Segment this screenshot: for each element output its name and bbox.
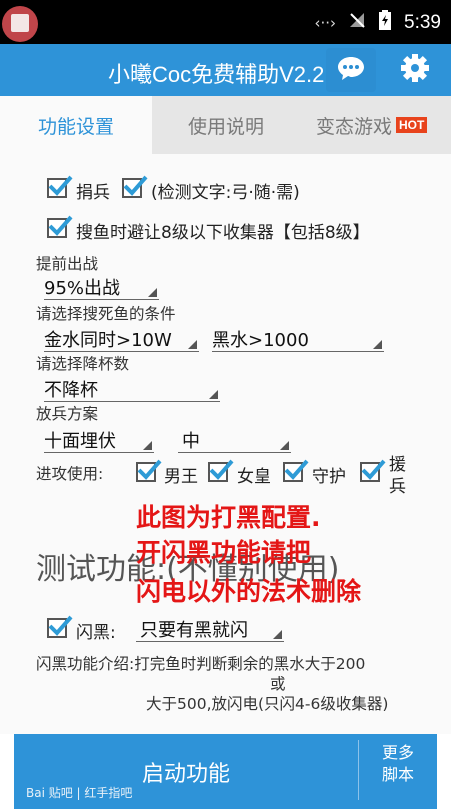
hero-aid-checkbox[interactable] [360, 459, 386, 482]
dead-fish-condition1-select[interactable]: 金水同时>10W [44, 326, 199, 352]
hot-badge: HOT [396, 117, 428, 133]
troop-plan-value: 十面埋伏 [44, 431, 116, 452]
dropdown-arrow-icon [143, 441, 152, 450]
tab-instructions[interactable]: 使用说明 [152, 96, 300, 154]
early-exit-label: 提前出战 [36, 255, 99, 273]
early-exit-value: 95%出战 [44, 278, 121, 299]
flash-intro-line1: 闪黑功能介绍:打完鱼时判断剩余的黑水大于200 [36, 655, 366, 673]
dropdown-arrow-icon [273, 630, 282, 639]
dead-fish-condition2-value: 黑水>1000 [212, 330, 309, 351]
status-bar: ‹··› 5:39 [0, 0, 451, 44]
hero-queen-checkbox[interactable] [208, 459, 234, 482]
hero-guard-checkbox[interactable] [283, 459, 309, 482]
checkmark-icon [361, 459, 386, 480]
dropdown-arrow-icon [188, 340, 197, 349]
tab-hacked-games[interactable]: 变态游戏 HOT [300, 96, 451, 154]
tab-label: 功能设置 [37, 115, 114, 138]
start-button-label: 启动功能 [141, 761, 230, 787]
troop-plan-select[interactable]: 十面埋伏 [44, 427, 154, 453]
hero-guard-label: 守护 [312, 467, 346, 487]
overlay-annotation-line1: 此图为打黑配置. [136, 503, 321, 532]
more-scripts-label-line1: 更多 [381, 743, 414, 762]
flash-black-select[interactable]: 只要有黑就闪 [136, 616, 284, 642]
dropdown-arrow-icon [373, 340, 382, 349]
app-bar: 小曦Coc免费辅助V2.2.9 [0, 44, 451, 96]
settings-button[interactable] [392, 48, 438, 92]
battery-charging-icon [378, 10, 392, 35]
hero-king-checkbox[interactable] [136, 459, 162, 482]
tab-bar: 功能设置 使用说明 变态游戏 HOT [0, 96, 451, 154]
hero-king-label: 男王 [164, 467, 198, 487]
watermark: Bai 贴吧 | 红手指吧 [26, 786, 133, 800]
clock: 5:39 [404, 11, 441, 33]
avoid-collectors-label: 搜鱼时避让8级以下收集器【包括8级】 [76, 223, 370, 243]
cup-drop-value: 不降杯 [44, 380, 98, 401]
more-scripts-button[interactable]: 更多 脚本 [366, 742, 430, 802]
checkmark-icon [48, 615, 73, 636]
checkmark-icon [284, 459, 309, 480]
flash-intro-line3: 大于500,放闪电(只闪4-6级收集器) [146, 695, 389, 713]
app-icon [2, 6, 38, 42]
attack-use-label: 进攻使用: [36, 465, 104, 483]
gear-icon [400, 53, 430, 87]
no-signal-icon [348, 11, 366, 34]
hero-aid-label: 援兵 [389, 455, 406, 497]
code-icon: ‹··› [314, 13, 337, 32]
donate-label: 捐兵 [76, 183, 110, 203]
dropdown-arrow-icon [209, 390, 218, 399]
app-title: 小曦Coc免费辅助V2.2.9 [108, 62, 343, 87]
dropdown-arrow-icon [148, 288, 157, 297]
early-exit-select[interactable]: 95%出战 [44, 274, 159, 300]
cup-drop-label: 请选择降杯数 [36, 355, 130, 373]
tab-label: 使用说明 [187, 115, 264, 138]
flash-intro-line2: 或 [270, 675, 286, 693]
dead-fish-label: 请选择搜死鱼的条件 [36, 305, 176, 323]
cup-drop-select[interactable]: 不降杯 [44, 376, 220, 402]
detect-text-checkbox[interactable] [122, 175, 148, 198]
chat-bubble-icon [336, 54, 366, 86]
troop-plan-label: 放兵方案 [36, 405, 99, 423]
checkmark-icon [48, 215, 73, 236]
checkmark-icon [123, 175, 148, 196]
detect-text-label: (检测文字:弓·随·需) [151, 183, 300, 203]
troop-plan-level-value: 中 [182, 431, 200, 452]
flash-black-label: 闪黑: [76, 623, 116, 643]
status-icons: ‹··› 5:39 [314, 10, 441, 35]
dropdown-arrow-icon [280, 441, 289, 450]
checkmark-icon [137, 459, 162, 480]
chat-button[interactable] [326, 48, 376, 92]
dead-fish-condition1-value: 金水同时>10W [44, 330, 172, 351]
settings-panel: 捐兵 (检测文字:弓·随·需) 搜鱼时避让8级以下收集器【包括8级】 提前出战 … [0, 154, 451, 734]
flash-black-value: 只要有黑就闪 [140, 620, 248, 641]
checkmark-icon [209, 459, 234, 480]
overlay-annotation-line2: 开闪黑功能请把 [136, 538, 312, 567]
tab-label: 变态游戏 [316, 115, 393, 138]
hero-queen-label: 女皇 [237, 467, 271, 487]
donate-checkbox[interactable] [47, 175, 73, 198]
more-scripts-label-line2: 脚本 [381, 765, 414, 784]
dead-fish-condition2-select[interactable]: 黑水>1000 [212, 326, 384, 352]
tab-feature-settings[interactable]: 功能设置 [0, 96, 152, 154]
checkmark-icon [48, 175, 73, 196]
divider [358, 740, 359, 800]
flash-black-checkbox[interactable] [47, 615, 73, 638]
avoid-collectors-checkbox[interactable] [47, 215, 73, 238]
troop-plan-level-select[interactable]: 中 [178, 427, 291, 453]
overlay-annotation-line3: 闪电以外的法术删除 [136, 577, 362, 606]
